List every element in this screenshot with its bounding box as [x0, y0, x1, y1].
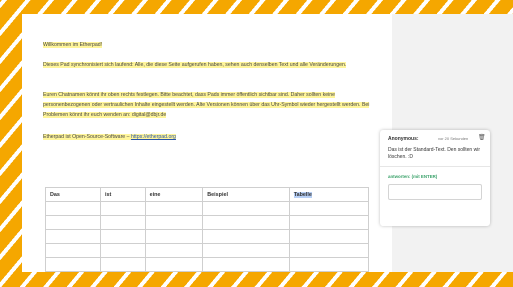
etherpad-link[interactable]: https://etherpad.org	[131, 134, 176, 140]
comment-time: vor 20 Sekunden	[438, 136, 469, 141]
pad-paragraph-opensource: Etherpad ist Open-Source-Software – http…	[43, 134, 176, 140]
reply-input[interactable]	[388, 184, 482, 200]
table-cell[interactable]: Das	[44, 187, 102, 202]
table-row	[44, 229, 370, 244]
table-cell[interactable]: eine	[144, 187, 204, 202]
reply-label: antworten: (mit ENTER)	[388, 174, 438, 179]
pad-paragraph-info: Euren Chatnamen könnt ihr oben rechts fe…	[43, 92, 370, 118]
table-row	[44, 201, 370, 216]
divider	[380, 166, 490, 167]
example-table[interactable]: Das ist eine Beispiel Tabelle	[44, 187, 370, 272]
pad-paragraph-sync: Dieses Pad synchronisiert sich laufend: …	[43, 62, 347, 68]
comment-card: Anonymous: vor 20 Sekunden 🗑 Das ist der…	[380, 130, 490, 226]
table-header-row: Das ist eine Beispiel Tabelle	[44, 187, 370, 202]
comment-author: Anonymous:	[388, 136, 419, 142]
table-cell[interactable]: Beispiel	[202, 187, 290, 202]
app-frame: Willkommen im Etherpad! Dieses Pad synch…	[22, 14, 513, 272]
table-row	[44, 215, 370, 230]
trash-icon[interactable]: 🗑	[478, 134, 486, 141]
pad-paragraph-welcome: Willkommen im Etherpad!	[43, 42, 103, 48]
pad-editor[interactable]: Willkommen im Etherpad! Dieses Pad synch…	[22, 14, 392, 272]
table-row	[44, 243, 370, 258]
table-row	[44, 257, 370, 272]
table-cell[interactable]: ist	[100, 187, 146, 202]
table-cell-selected[interactable]: Tabelle	[288, 187, 370, 202]
comment-text: Das ist der Standard-Text. Den sollten w…	[388, 147, 480, 160]
